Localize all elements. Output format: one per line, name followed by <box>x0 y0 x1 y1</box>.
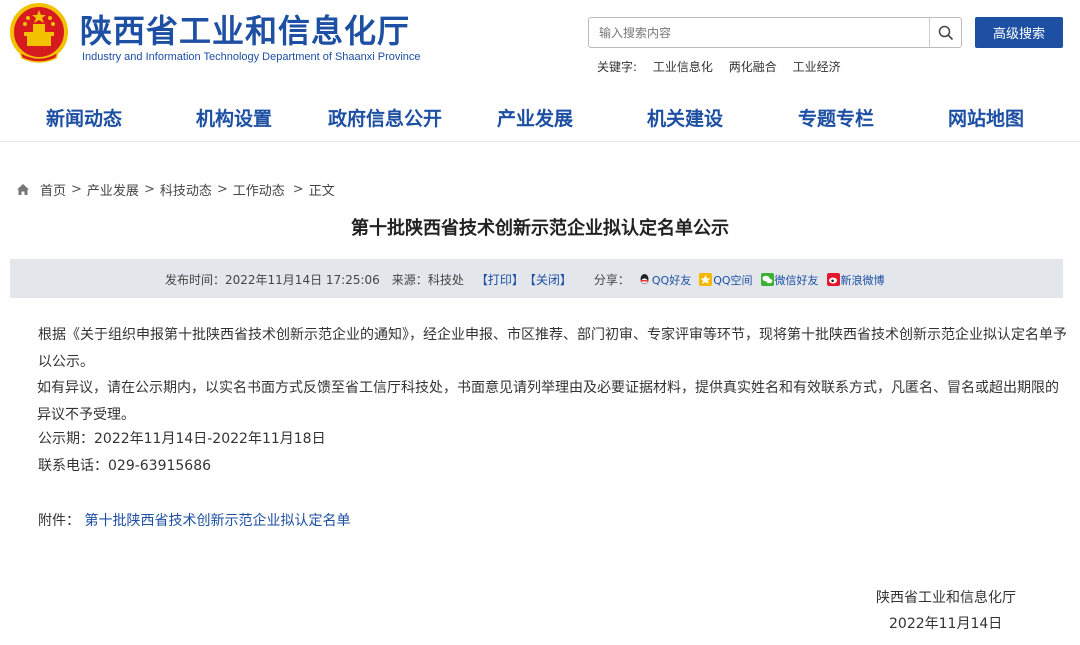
print-link[interactable]: 【打印】 <box>476 271 524 288</box>
site-subtitle: Industry and Information Technology Depa… <box>82 51 421 63</box>
contact-phone: 联系电话：029-63915686 <box>38 458 212 474</box>
site-header: 陕西省工业和信息化厅 Industry and Information Tech… <box>0 0 1080 88</box>
share-qq-friend-label: QQ好友 <box>651 273 692 287</box>
main-nav: 新闻动态 机构设置 政府信息公开 产业发展 机关建设 专题专栏 网站地图 <box>0 90 1080 142</box>
publicity-period: 公示期：2022年11月14日-2022年11月18日 <box>38 431 326 447</box>
keywords-label: 关键字: <box>597 60 638 74</box>
share-qzone[interactable]: QQ空间 <box>699 272 753 288</box>
article-info-bar: 发布时间：2022年11月14日 17:25:06 来源： 科技处 【打印】 【… <box>10 259 1063 298</box>
attachment-link[interactable]: 第十批陕西省技术创新示范企业拟认定名单 <box>84 513 350 529</box>
nav-item-special-topics[interactable]: 专题专栏 <box>798 104 874 131</box>
share-qzone-label: QQ空间 <box>713 273 753 287</box>
article-body: 根据《关于组织申报第十批陕西省技术创新示范企业的通知》，经企业申报、市区推荐、部… <box>37 322 1068 428</box>
share-wechat[interactable]: 微信好友 <box>760 272 819 288</box>
search-input[interactable] <box>589 18 929 47</box>
share-qq-friend[interactable]: QQ好友 <box>638 272 691 288</box>
article-paragraph: 如有异议，请在公示期内，以实名书面方式反馈至省工信厅科技处，书面意见请列举理由及… <box>37 380 1059 423</box>
wechat-icon <box>760 273 774 286</box>
home-icon[interactable] <box>16 183 30 196</box>
advanced-search-button[interactable]: 高级搜索 <box>975 17 1063 48</box>
breadcrumb-current: 正文 <box>308 184 335 199</box>
breadcrumb-industry[interactable]: 产业发展 <box>87 180 139 199</box>
share-weibo-label: 新浪微博 <box>840 273 885 287</box>
search-button[interactable] <box>929 18 961 47</box>
share-wechat-label: 微信好友 <box>774 273 819 287</box>
weibo-icon <box>826 273 840 286</box>
article-title: 第十批陕西省技术创新示范企业拟认定名单公示 <box>351 218 729 239</box>
signature-date: 2022年11月14日 <box>889 616 1003 632</box>
qzone-icon <box>699 273 713 286</box>
keyword-link[interactable]: 两化融合 <box>729 60 777 74</box>
attachment-label: 附件： <box>38 513 80 529</box>
share-weibo[interactable]: 新浪微博 <box>826 272 885 288</box>
keyword-link[interactable]: 工业信息化 <box>653 60 713 74</box>
nav-item-organization[interactable]: 机构设置 <box>196 104 272 131</box>
publish-time: 发布时间：2022年11月14日 17:25:06 <box>165 273 380 287</box>
breadcrumb-tech-news[interactable]: 科技动态 <box>160 180 212 199</box>
search-icon <box>938 25 953 40</box>
close-link[interactable]: 【关闭】 <box>524 271 572 288</box>
article-paragraph: 根据《关于组织申报第十批陕西省技术创新示范企业的通知》，经企业申报、市区推荐、部… <box>38 327 1067 370</box>
breadcrumb-separator: > <box>71 182 82 197</box>
nav-item-sitemap[interactable]: 网站地图 <box>948 104 1024 131</box>
share-label: 分享： <box>593 273 630 287</box>
breadcrumb-separator: > <box>292 182 304 197</box>
nav-item-gov-info[interactable]: 政府信息公开 <box>328 104 442 131</box>
nav-item-industry[interactable]: 产业发展 <box>497 104 573 131</box>
search-box <box>588 17 962 48</box>
keywords-row: 关键字: 工业信息化 两化融合 工业经济 <box>597 58 853 75</box>
breadcrumb-separator: > <box>143 182 155 197</box>
keyword-link[interactable]: 工业经济 <box>793 60 841 74</box>
attachment-row: 附件： 第十批陕西省技术创新示范企业拟认定名单 <box>38 510 350 530</box>
nav-item-news[interactable]: 新闻动态 <box>46 104 122 131</box>
qq-icon <box>640 274 649 284</box>
breadcrumb-home[interactable]: 首页 <box>40 180 66 199</box>
national-emblem-logo[interactable] <box>6 2 72 66</box>
breadcrumb: 首页 > 产业发展 > 科技动态 > 工作动态 > 正文 <box>16 180 335 199</box>
breadcrumb-work-news[interactable]: 工作动态 <box>233 180 285 199</box>
nav-item-party-building[interactable]: 机关建设 <box>647 104 723 131</box>
breadcrumb-separator: > <box>216 182 228 197</box>
site-title: 陕西省工业和信息化厅 <box>80 12 411 50</box>
signature-organization: 陕西省工业和信息化厅 <box>876 590 1016 606</box>
source-value: 科技处 <box>427 273 464 287</box>
source-label: 来源： <box>391 273 428 287</box>
